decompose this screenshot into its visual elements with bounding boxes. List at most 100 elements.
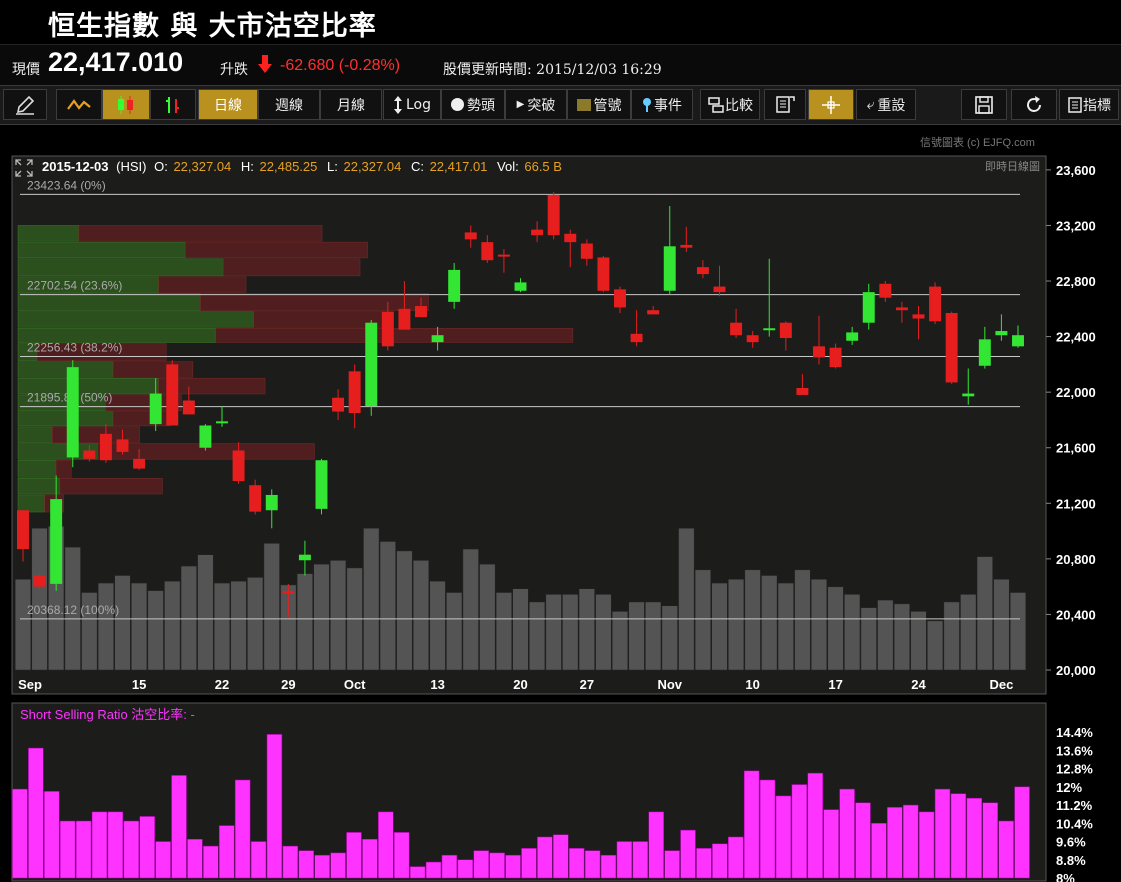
channel-icon	[576, 98, 591, 111]
candle-body	[862, 292, 875, 323]
candle-body	[696, 267, 709, 275]
candle-body	[315, 460, 328, 509]
volume-profile-buy-bar	[17, 311, 254, 328]
volume-bar	[495, 592, 512, 671]
price-chart[interactable]: 23423.64 (0%) 22702.54 (23.6%) 22256.43 (3…	[0, 150, 1121, 695]
info-volume: 66.5 B	[524, 159, 562, 174]
ssr-bar	[330, 852, 346, 879]
refresh-button[interactable]	[1011, 89, 1057, 120]
volume-profile-sell-bar	[59, 477, 163, 495]
ssr-axis-label: 8%	[1056, 871, 1075, 882]
candlestick-icon	[118, 95, 133, 114]
candle-body	[50, 499, 63, 584]
candle-body	[265, 494, 278, 511]
line-chart-button[interactable]	[56, 89, 102, 120]
volume-profile-sell-bar	[55, 459, 72, 478]
date-axis-label: Nov	[657, 677, 682, 692]
events-button[interactable]: 事件	[631, 89, 693, 120]
candle-body	[730, 322, 743, 336]
ohlc-button[interactable]	[150, 89, 196, 120]
candle-body	[282, 590, 295, 594]
indicators-label: 指標	[1083, 97, 1111, 114]
draw-button[interactable]	[3, 89, 47, 120]
candle-body	[746, 335, 759, 343]
ssr-bar	[568, 848, 585, 879]
reset-button[interactable]: ⤶ 重設	[856, 89, 916, 120]
volume-bar	[927, 620, 944, 671]
save-button[interactable]	[961, 89, 1007, 120]
trend-button[interactable]: 勢頭	[441, 89, 505, 120]
ssr-bar	[823, 809, 839, 879]
volume-profile-buy-bar	[17, 494, 45, 513]
ssr-bar	[553, 834, 569, 879]
ssr-bar	[314, 854, 330, 879]
compare-icon	[708, 96, 724, 113]
volume-profile-buy-bar	[17, 459, 57, 478]
weekly-button[interactable]: 週線	[258, 89, 320, 120]
daily-button[interactable]: 日線	[198, 89, 258, 120]
breakout-button[interactable]: ▶ 突破	[505, 89, 567, 120]
volume-bar	[562, 594, 579, 671]
date-axis-label: 24	[911, 677, 926, 692]
price-axis-label: 20,400	[1056, 607, 1096, 622]
volume-bar	[429, 580, 446, 671]
volume-bar	[230, 580, 247, 671]
channel-button[interactable]: 管號	[567, 89, 631, 120]
ssr-bar	[282, 845, 299, 879]
update-time-value: 2015/12/03 16:29	[536, 62, 662, 78]
price-axis-label: 23,600	[1056, 163, 1096, 178]
volume-bar	[213, 582, 231, 671]
candlestick-button[interactable]	[102, 89, 150, 120]
ssr-bar	[59, 820, 76, 879]
price-axis-label: 20,000	[1056, 663, 1096, 678]
volume-bar	[529, 601, 546, 671]
ssr-bar	[1014, 786, 1030, 879]
monthly-button[interactable]: 月線	[320, 89, 382, 120]
ssr-bar	[918, 811, 935, 879]
info-open: 22,327.04	[173, 159, 231, 174]
short-selling-ratio-chart[interactable]: 14.4% 13.6% 12.8% 12% 11.2% 10.4% 9.6% 8.8% 8% S…	[0, 700, 1121, 882]
price-axis-label: 20,800	[1056, 552, 1096, 567]
chart-mode-label: 即時日線圖	[985, 159, 1040, 173]
refresh-icon	[1027, 95, 1041, 112]
ssr-bar	[91, 811, 108, 879]
ssr-bar	[855, 802, 871, 879]
overlay-button[interactable]	[764, 89, 806, 120]
volume-profile-buy-bar	[17, 411, 114, 427]
volume-bar	[645, 601, 662, 671]
candle-body	[365, 322, 378, 407]
compare-button[interactable]: 比較	[700, 89, 760, 120]
candle-body	[33, 575, 46, 587]
candle-body	[796, 387, 809, 395]
ssr-bar	[887, 807, 903, 879]
crosshair-button[interactable]	[808, 89, 854, 120]
page-title: 恒生指數 與 大市沽空比率	[48, 11, 377, 42]
ssr-axis-label: 13.6%	[1056, 743, 1093, 758]
candle-body	[381, 311, 394, 347]
candle-body	[66, 367, 79, 458]
candle-body	[348, 371, 361, 413]
ssr-bar	[441, 854, 458, 879]
date-axis-label: 10	[745, 677, 759, 692]
candle-body	[232, 450, 245, 482]
indicators-button[interactable]: 指標	[1059, 89, 1119, 120]
info-low: 22,327.04	[343, 159, 401, 174]
log-button[interactable]: Log	[383, 89, 441, 120]
candle-body	[415, 306, 427, 318]
ssr-bar	[807, 772, 823, 879]
ssr-bar	[600, 854, 617, 879]
candle-body	[779, 322, 792, 338]
price-axis-label: 22,000	[1056, 385, 1096, 400]
candle-body	[99, 433, 112, 461]
candle-body	[514, 282, 527, 291]
candle-body	[83, 450, 96, 459]
ssr-bar	[346, 832, 362, 879]
ssr-bar	[759, 779, 776, 879]
volume-bar	[578, 588, 595, 671]
candle-body	[929, 286, 942, 322]
ssr-bar	[616, 841, 633, 879]
volume-bar	[661, 605, 678, 671]
toolbar: 日線 週線 月線 Log 勢頭 ▶ 突破 管號 事件 比較 ⤶ 重設 指標	[0, 85, 1121, 125]
ssr-bar	[505, 854, 521, 879]
line-chart-icon	[67, 98, 91, 110]
